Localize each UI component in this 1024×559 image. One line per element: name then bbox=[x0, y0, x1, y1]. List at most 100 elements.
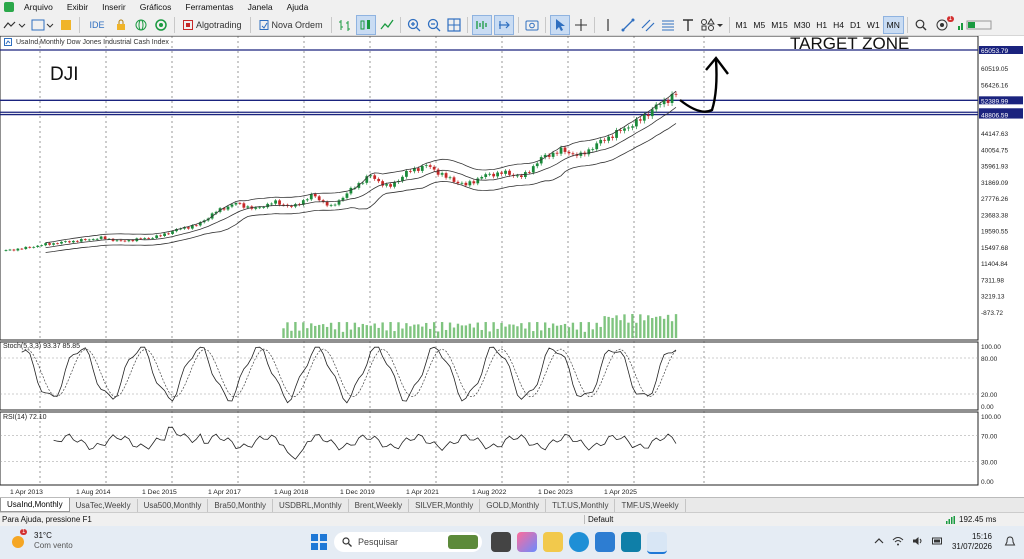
chevron-up-icon[interactable] bbox=[874, 536, 884, 546]
text-icon[interactable] bbox=[679, 16, 697, 34]
algotrading-button[interactable]: Algotrading bbox=[179, 16, 246, 34]
zoom-in-icon[interactable] bbox=[405, 16, 423, 34]
tab-usa500-monthly[interactable]: Usa500,Monthly bbox=[138, 498, 209, 512]
menu-ferramentas[interactable]: Ferramentas bbox=[179, 2, 241, 12]
toolbar-separator bbox=[174, 16, 175, 33]
price-tick-label: -873.72 bbox=[981, 310, 1003, 317]
chart-type-dropdown-icon[interactable] bbox=[1, 16, 27, 34]
menu-exibir[interactable]: Exibir bbox=[61, 2, 96, 12]
signal-icon[interactable] bbox=[152, 16, 170, 34]
candle-body bbox=[226, 206, 230, 210]
tab-bra50-monthly[interactable]: Bra50,Monthly bbox=[208, 498, 273, 512]
tab-usdbrl-monthly[interactable]: USDBRL,Monthly bbox=[273, 498, 349, 512]
ide-button[interactable]: IDE bbox=[84, 16, 110, 34]
channel-icon[interactable] bbox=[639, 16, 657, 34]
timeframe-m15[interactable]: M15 bbox=[768, 17, 791, 33]
price-tick-label: 40054.75 bbox=[981, 147, 1008, 154]
zoom-out-icon[interactable] bbox=[425, 16, 443, 34]
file-explorer-icon[interactable] bbox=[543, 532, 563, 552]
fibonacci-icon[interactable] bbox=[659, 16, 677, 34]
store-icon[interactable] bbox=[595, 532, 615, 552]
volume-bar bbox=[488, 331, 491, 338]
outlook-icon[interactable] bbox=[621, 532, 641, 552]
volume-bar bbox=[472, 327, 476, 338]
chart-window[interactable]: 65053.7960519.0556426.1652389.9949383.18… bbox=[0, 34, 1024, 497]
start-button[interactable] bbox=[310, 533, 328, 553]
tab-silver-monthly[interactable]: SILVER,Monthly bbox=[409, 498, 481, 512]
chart-symbol-icon bbox=[4, 38, 12, 46]
lock-icon[interactable] bbox=[112, 16, 130, 34]
taskbar-search-placeholder: Pesquisar bbox=[358, 537, 399, 547]
tab-usaind-monthly[interactable]: UsaInd,Monthly bbox=[0, 498, 70, 512]
taskbar-clock[interactable]: 15:16 31/07/2026 bbox=[944, 532, 992, 552]
chart-canvas[interactable]: 65053.7960519.0556426.1652389.9949383.18… bbox=[0, 36, 1024, 497]
tab-tltus-monthly[interactable]: TLT.US,Monthly bbox=[546, 498, 616, 512]
tab-usatec-weekly[interactable]: UsaTec,Weekly bbox=[70, 498, 138, 512]
crosshair-icon[interactable] bbox=[572, 16, 590, 34]
menu-graficos[interactable]: Gráficos bbox=[134, 2, 180, 12]
timeframe-m30[interactable]: M30 bbox=[791, 17, 814, 33]
volume-icon[interactable] bbox=[912, 536, 924, 546]
vertical-line-icon[interactable] bbox=[599, 16, 617, 34]
tab-tmfus-weekly[interactable]: TMF.US,Weekly bbox=[615, 498, 686, 512]
line-chart-icon[interactable] bbox=[378, 16, 396, 34]
timeframe-m1[interactable]: M1 bbox=[733, 17, 751, 33]
timeframe-w1[interactable]: W1 bbox=[864, 17, 883, 33]
timeframe-h4[interactable]: H4 bbox=[830, 17, 847, 33]
auto-scroll-icon[interactable] bbox=[471, 14, 492, 35]
chart-shift-icon[interactable] bbox=[493, 14, 514, 35]
timeframe-d1[interactable]: D1 bbox=[847, 17, 864, 33]
notification-bell-icon[interactable] bbox=[1004, 536, 1016, 548]
candle-body bbox=[571, 153, 575, 155]
menu-arquivo[interactable]: Arquivo bbox=[18, 2, 61, 12]
candle-body bbox=[242, 203, 246, 208]
tab-brent-weekly[interactable]: Brent,Weekly bbox=[349, 498, 410, 512]
copilot-icon[interactable] bbox=[517, 532, 537, 552]
edge-browser-icon[interactable] bbox=[569, 532, 589, 552]
weather-widget[interactable]: 1 31°C Com vento bbox=[8, 529, 73, 551]
trendline-icon[interactable] bbox=[619, 16, 637, 34]
candle-body bbox=[119, 240, 123, 242]
candle-body bbox=[634, 119, 638, 127]
notifications-button[interactable]: 1 bbox=[932, 15, 954, 34]
bar-chart-icon[interactable] bbox=[336, 16, 354, 34]
time-axis-label: 1 Aug 2018 bbox=[274, 489, 309, 496]
candle-body bbox=[313, 193, 317, 197]
menu-janela[interactable]: Janela bbox=[242, 2, 281, 12]
wifi-icon[interactable] bbox=[892, 536, 904, 546]
taskbar-search-box[interactable]: Pesquisar bbox=[334, 532, 482, 552]
toolbar-separator bbox=[728, 16, 730, 33]
time-axis-label: 1 Apr 2013 bbox=[10, 489, 43, 496]
cursor-icon[interactable] bbox=[549, 14, 570, 35]
volume-bar bbox=[583, 331, 587, 338]
tile-windows-icon[interactable] bbox=[445, 16, 463, 34]
timeframe-m5[interactable]: M5 bbox=[750, 17, 768, 33]
timeframe-h1[interactable]: H1 bbox=[813, 17, 830, 33]
metatrader-taskbar-icon[interactable] bbox=[647, 532, 667, 554]
new-chart-icon[interactable] bbox=[29, 16, 55, 34]
search-icon[interactable] bbox=[912, 16, 930, 34]
volume-bar bbox=[460, 325, 464, 338]
volume-bar bbox=[290, 330, 293, 338]
time-axis-label: 1 Dec 2019 bbox=[340, 489, 375, 496]
timeframe-mn[interactable]: MN bbox=[882, 15, 904, 34]
menu-ajuda[interactable]: Ajuda bbox=[281, 2, 317, 12]
volume-bar bbox=[508, 324, 511, 338]
tab-gold-monthly[interactable]: GOLD,Monthly bbox=[480, 498, 547, 512]
weather-icon: 1 bbox=[8, 529, 28, 551]
globe-icon[interactable] bbox=[132, 16, 150, 34]
volume-bar bbox=[286, 322, 289, 338]
templates-icon[interactable] bbox=[57, 16, 75, 34]
volume-bar bbox=[333, 329, 337, 338]
status-profile: Default bbox=[584, 515, 613, 524]
ping-value: 192.45 ms bbox=[959, 515, 997, 524]
menu-inserir[interactable]: Inserir bbox=[96, 2, 134, 12]
shapes-dropdown-icon[interactable] bbox=[699, 16, 725, 34]
candle-body bbox=[551, 152, 555, 157]
candlestick-chart-icon[interactable] bbox=[355, 14, 376, 35]
battery-icon[interactable] bbox=[932, 536, 944, 546]
nova-ordem-label: Nova Ordem bbox=[271, 19, 323, 30]
nova-ordem-button[interactable]: Nova Ordem bbox=[255, 16, 327, 34]
task-view-icon[interactable] bbox=[491, 532, 511, 552]
screenshot-icon[interactable] bbox=[523, 16, 541, 34]
